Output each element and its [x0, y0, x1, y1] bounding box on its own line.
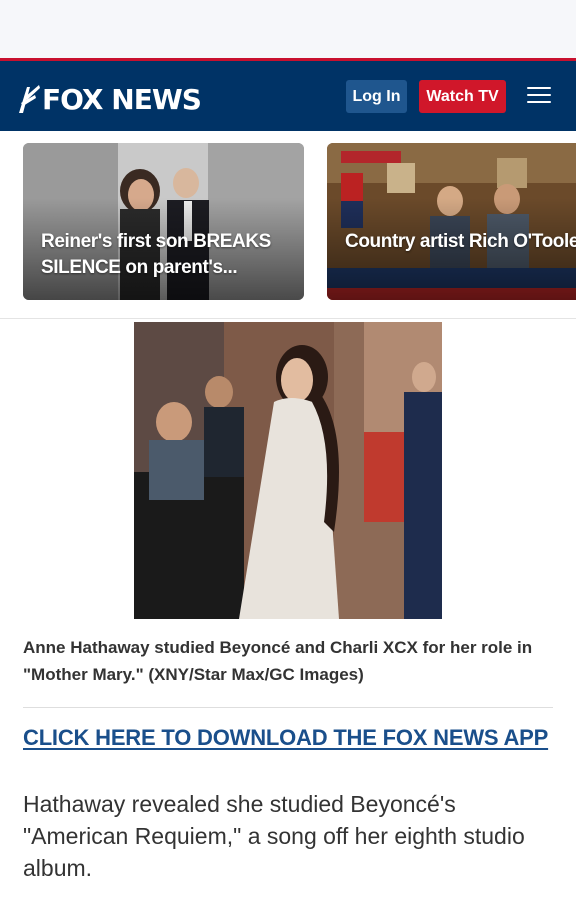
divider — [23, 707, 553, 708]
fox-logo-mark-icon — [19, 85, 40, 113]
site-header: FOX NEWS Log In Watch TV — [0, 58, 576, 131]
promo-card[interactable]: Country artist Rich O'Toole joins 'Fox &… — [327, 143, 576, 300]
promo-carousel: Reiner's first son BREAKS SILENCE on par… — [0, 131, 576, 319]
article-paragraph: Hathaway revealed she studied Beyoncé's … — [23, 791, 525, 881]
logo-text: FOX NEWS — [42, 82, 202, 116]
image-caption: Anne Hathaway studied Beyoncé and Charli… — [23, 638, 533, 684]
login-button[interactable]: Log In — [346, 80, 407, 113]
hamburger-menu-icon[interactable] — [527, 87, 555, 107]
browser-top-space — [0, 0, 576, 58]
promo-card-title: Reiner's first son BREAKS SILENCE on par… — [41, 231, 271, 278]
promo-card-title: Country artist Rich O'Toole joins 'Fox &… — [345, 231, 576, 252]
fox-news-logo[interactable]: FOX NEWS — [17, 82, 202, 116]
watch-tv-button[interactable]: Watch TV — [419, 80, 506, 113]
promo-card[interactable]: Reiner's first son BREAKS SILENCE on par… — [23, 143, 304, 300]
article-photo — [134, 322, 442, 619]
download-app-link[interactable]: CLICK HERE TO DOWNLOAD THE FOX NEWS APP — [23, 725, 563, 751]
